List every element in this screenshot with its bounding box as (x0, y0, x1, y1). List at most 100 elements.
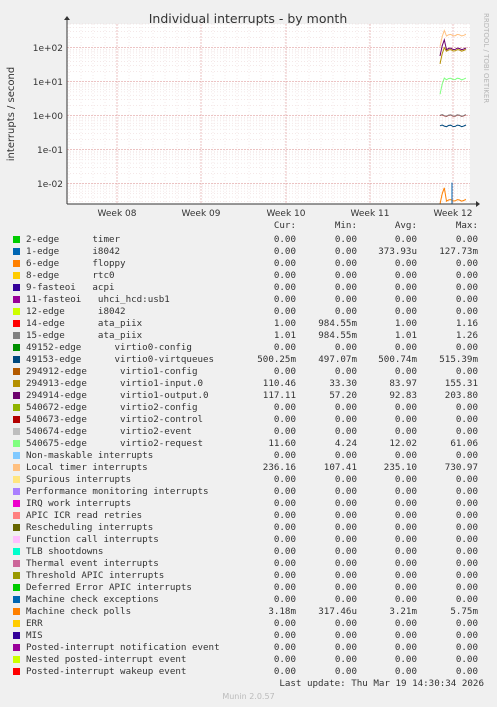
series-max-value: 730.97 (444, 462, 478, 473)
series-max-value: 61.06 (450, 438, 478, 449)
series-cur-value: 0.00 (273, 522, 296, 533)
series-max-value: 0.00 (455, 654, 478, 665)
legend-row: Performance monitoring interrupts 0.00 0.0… (0, 486, 497, 498)
series-cur-value: 0.00 (273, 234, 296, 245)
legend-row: Machine check exceptions 0.00 0.00 0.00 0.00 (0, 594, 497, 606)
legend-row: Function call interrupts 0.00 0.00 0.00 0.00 (0, 534, 497, 546)
legend-swatch (13, 344, 20, 351)
legend-swatch (13, 236, 20, 243)
series-max-value: 0.00 (455, 402, 478, 413)
legend-swatch (13, 632, 20, 639)
series-cur-value: 0.00 (273, 570, 296, 581)
legend-swatch (13, 284, 20, 291)
series-name: 8-edge rtc0 (26, 270, 115, 281)
legend-row: 8-edge rtc0 0.00 0.00 0.00 0.00 (0, 270, 497, 282)
series-avg-value: 1.00 (394, 318, 417, 329)
legend-swatch (13, 320, 20, 327)
series-max-value: 0.00 (455, 510, 478, 521)
legend-row: APIC ICR read retries 0.00 0.00 0.00 0.00 (0, 510, 497, 522)
column-header-max: Max: (455, 220, 478, 231)
series-name: Posted-interrupt notification event (26, 642, 220, 653)
series-avg-value: 0.00 (394, 414, 417, 425)
series-avg-value: 0.00 (394, 618, 417, 629)
series-cur-value: 110.46 (262, 378, 296, 389)
series-max-value: 5.75m (450, 606, 478, 617)
series-max-value: 0.00 (455, 294, 478, 305)
series-avg-value: 0.00 (394, 546, 417, 557)
series-name: 6-edge floppy (26, 258, 126, 269)
series-avg-value: 0.00 (394, 366, 417, 377)
series-name: 2-edge timer (26, 234, 121, 245)
legend-swatch (13, 380, 20, 387)
series-avg-value: 0.00 (394, 282, 417, 293)
series-name: 540672-edge virtio2-config (26, 402, 198, 413)
series-max-value: 0.00 (455, 546, 478, 557)
series-avg-value: 0.00 (394, 582, 417, 593)
legend-swatch (13, 356, 20, 363)
series-max-value: 127.73m (439, 246, 478, 257)
series-avg-value: 83.97 (389, 378, 417, 389)
series-cur-value: 117.11 (262, 390, 296, 401)
series-avg-value: 0.00 (394, 342, 417, 353)
series-avg-value: 12.02 (389, 438, 417, 449)
x-tick-label: Week 08 (98, 209, 137, 219)
legend-row: Nested posted-interrupt event 0.00 0.00 0.0… (0, 654, 497, 666)
series-max-value: 0.00 (455, 450, 478, 461)
series-avg-value: 0.00 (394, 558, 417, 569)
legend-row: Machine check polls 3.18m 317.46u 3.21m 5.75… (0, 606, 497, 618)
series-name: MIS (26, 630, 43, 641)
series-name: Local timer interrupts (26, 462, 148, 473)
legend-row: TLB shootdowns 0.00 0.00 0.00 0.00 (0, 546, 497, 558)
legend-swatch (13, 572, 20, 579)
series-name: 49153-edge virtio0-virtqueues (26, 354, 215, 365)
legend-swatch (13, 272, 20, 279)
series-max-value: 0.00 (455, 282, 478, 293)
legend-row: 294913-edge virtio1-input.0 110.46 33.30 83… (0, 378, 497, 390)
series-avg-value: 0.00 (394, 630, 417, 641)
legend-row: Threshold APIC interrupts 0.00 0.00 0.00 0.0… (0, 570, 497, 582)
legend-row: 540672-edge virtio2-config 0.00 0.00 0.00 0.… (0, 402, 497, 414)
series-name: APIC ICR read retries (26, 510, 143, 521)
legend-row: ERR 0.00 0.00 0.00 0.00 (0, 618, 497, 630)
legend-swatch (13, 416, 20, 423)
legend-header: Cur: Min: Avg: Max: (0, 220, 497, 232)
series-cur-value: 0.00 (273, 618, 296, 629)
legend-swatch (13, 668, 20, 675)
series-max-value: 1.16 (455, 318, 478, 329)
series-name: 15-edge ata_piix (26, 330, 143, 341)
legend-row: 49152-edge virtio0-config 0.00 0.00 0.00 0.0… (0, 342, 497, 354)
series-cur-value: 0.00 (273, 414, 296, 425)
series-cur-value: 1.01 (273, 330, 296, 341)
y-axis-label: interrupts / second (6, 67, 17, 161)
series-max-value: 0.00 (455, 258, 478, 269)
legend-swatch (13, 404, 20, 411)
legend-row: 540674-edge virtio2-event 0.00 0.00 0.00 0.0… (0, 426, 497, 438)
chart-title: Individual interrupts - by month (149, 11, 348, 26)
series-name: 9-fasteoi acpi (26, 282, 115, 293)
series-avg-value: 500.74m (378, 354, 417, 365)
series-cur-value: 0.00 (273, 402, 296, 413)
legend-swatch (13, 524, 20, 531)
series-name: 294913-edge virtio1-input.0 (26, 378, 204, 389)
legend-row: 11-fasteoi uhci_hcd:usb1 0.00 0.00 0.00 0.00 (0, 294, 497, 306)
legend-row: Posted-interrupt notification event 0.00 0… (0, 642, 497, 654)
series-avg-value: 0.00 (394, 498, 417, 509)
column-header-avg: Avg: (394, 220, 417, 231)
series-avg-value: 0.00 (394, 450, 417, 461)
series-max-value: 0.00 (455, 534, 478, 545)
series-name: 540675-edge virtio2-request (26, 438, 204, 449)
series-avg-value: 373.93u (378, 246, 417, 257)
series-max-value: 0.00 (455, 630, 478, 641)
series-cur-value: 0.00 (273, 630, 296, 641)
series-max-value: 203.80 (444, 390, 478, 401)
series-avg-value: 0.00 (394, 654, 417, 665)
legend-swatch (13, 500, 20, 507)
series-cur-value: 0.00 (273, 582, 296, 593)
series-cur-value: 0.00 (273, 486, 296, 497)
legend-swatch (13, 620, 20, 627)
series-avg-value: 92.83 (389, 390, 417, 401)
series-cur-value: 11.60 (268, 438, 296, 449)
series-avg-value: 0.00 (394, 306, 417, 317)
legend-row: Deferred Error APIC interrupts 0.00 0.00 0.… (0, 582, 497, 594)
series-max-value: 0.00 (455, 234, 478, 245)
